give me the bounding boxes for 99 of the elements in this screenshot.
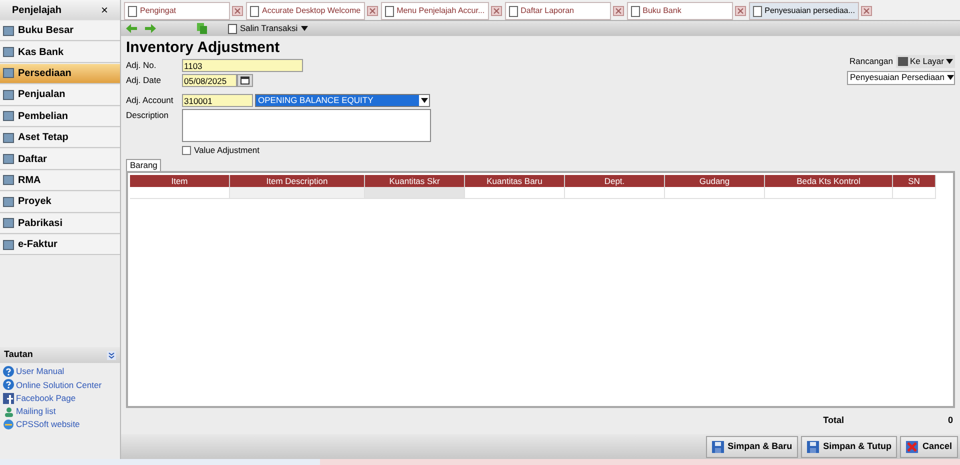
table-cell[interactable] bbox=[230, 186, 365, 199]
tab[interactable]: Pengingat bbox=[124, 2, 230, 20]
column-header[interactable]: Kuantitas Baru bbox=[465, 174, 565, 187]
column-header[interactable]: Gudang bbox=[665, 174, 765, 187]
sidebar-link[interactable]: Mailing list bbox=[3, 404, 117, 418]
module-icon bbox=[3, 154, 14, 164]
tab[interactable]: Penyesuaian persediaa... bbox=[748, 2, 859, 20]
module-icon bbox=[3, 196, 14, 207]
adj-no-field[interactable]: 1103 bbox=[182, 59, 303, 72]
sidebar-link[interactable]: Online Solution Center bbox=[3, 378, 117, 392]
document-icon bbox=[752, 6, 762, 16]
module-icon bbox=[3, 132, 14, 143]
caret-icon bbox=[300, 26, 308, 31]
close-icon[interactable] bbox=[860, 6, 872, 16]
description-field[interactable] bbox=[182, 109, 431, 142]
links-title: Tautan bbox=[4, 348, 33, 362]
help-icon bbox=[3, 366, 14, 378]
module-icon bbox=[3, 111, 14, 122]
table-cell[interactable] bbox=[565, 186, 665, 199]
person-icon bbox=[3, 406, 14, 418]
close-icon[interactable] bbox=[366, 6, 378, 16]
sidebar-item[interactable]: RMA bbox=[0, 170, 120, 192]
table-cell[interactable] bbox=[665, 186, 765, 199]
document-icon bbox=[384, 6, 394, 16]
field-label: Adj. Account bbox=[126, 94, 174, 107]
dropdown-arrow-icon bbox=[946, 75, 954, 80]
table-cell[interactable] bbox=[365, 186, 465, 199]
sidebar-title: Penjelajah bbox=[12, 4, 62, 18]
column-header[interactable]: Dept. bbox=[565, 174, 665, 187]
copy-icon[interactable] bbox=[197, 23, 208, 34]
table-cell[interactable] bbox=[765, 186, 893, 199]
document-icon bbox=[128, 6, 137, 16]
close-icon[interactable] bbox=[490, 6, 502, 16]
form-title: Inventory Adjustment bbox=[126, 39, 281, 57]
sidebar-item[interactable]: Persediaan bbox=[0, 64, 120, 84]
sidebar-item[interactable]: Penjualan bbox=[0, 85, 120, 106]
document-icon bbox=[630, 6, 640, 16]
close-button[interactable]: × bbox=[100, 4, 108, 16]
module-icon bbox=[3, 175, 14, 186]
tab[interactable]: Menu Penjelajah Accur... bbox=[380, 2, 489, 20]
printer-icon bbox=[898, 56, 908, 66]
design-dropdown[interactable]: Penyesuaian Persediaan bbox=[847, 70, 955, 85]
tab[interactable]: Buku Bank bbox=[626, 2, 733, 20]
close-icon[interactable] bbox=[734, 6, 746, 16]
dropdown-arrow-icon bbox=[420, 98, 428, 103]
sidebar-link[interactable]: Facebook Page bbox=[3, 392, 117, 405]
sidebar-item[interactable]: Aset Tetap bbox=[0, 128, 120, 148]
sidebar-item[interactable]: Pembelian bbox=[0, 106, 120, 127]
tab[interactable]: Daftar Laporan bbox=[504, 2, 611, 20]
help-icon bbox=[3, 379, 14, 390]
design-label: Rancangan bbox=[849, 55, 893, 68]
document-icon bbox=[508, 6, 518, 16]
sidebar-item[interactable]: Buku Besar bbox=[0, 21, 120, 42]
action-button[interactable]: Simpan & Baru bbox=[706, 436, 798, 458]
module-icon bbox=[3, 68, 14, 78]
close-icon[interactable] bbox=[612, 6, 624, 16]
table-cell[interactable] bbox=[130, 186, 230, 199]
cancel-icon bbox=[906, 440, 918, 452]
field-label: Adj. Date bbox=[126, 74, 162, 87]
total-value: 0 bbox=[948, 414, 953, 428]
module-icon bbox=[3, 26, 14, 36]
column-header[interactable]: Item Description bbox=[230, 174, 365, 187]
sidebar-link[interactable]: CPSSoft website bbox=[3, 418, 117, 432]
table-cell[interactable] bbox=[893, 186, 936, 199]
sidebar-link[interactable]: User Manual bbox=[3, 365, 117, 378]
tab[interactable]: Accurate Desktop Welcome bbox=[246, 2, 365, 20]
facebook-icon bbox=[3, 392, 14, 404]
account-name-dropdown[interactable]: OPENING BALANCE EQUITY bbox=[255, 94, 430, 107]
module-icon bbox=[3, 218, 14, 228]
copy-transaction-button[interactable]: Salin Transaksi bbox=[228, 22, 308, 35]
column-header[interactable]: Item bbox=[130, 174, 230, 187]
column-header[interactable]: Kuantitas Skr bbox=[365, 174, 465, 187]
action-button[interactable]: Simpan & Tutup bbox=[801, 436, 898, 458]
close-icon[interactable] bbox=[232, 6, 243, 16]
module-icon bbox=[3, 90, 14, 100]
column-header[interactable]: Beda Kts Kontrol bbox=[765, 174, 893, 187]
document-icon bbox=[228, 24, 237, 34]
adj-account-field[interactable]: 310001 bbox=[182, 94, 253, 107]
module-icon bbox=[3, 240, 14, 250]
calendar-icon[interactable] bbox=[237, 74, 253, 87]
adj-date-field[interactable]: 05/08/2025 bbox=[182, 74, 237, 87]
value-adjustment-checkbox[interactable]: Value Adjustment bbox=[182, 144, 431, 157]
print-target-button[interactable]: Ke Layar bbox=[896, 55, 955, 68]
sidebar-item[interactable]: Proyek bbox=[0, 192, 120, 213]
collapse-icon[interactable] bbox=[107, 350, 116, 360]
document-icon bbox=[250, 6, 259, 16]
field-label: Adj. No. bbox=[126, 59, 158, 72]
sidebar-item[interactable]: e-Faktur bbox=[0, 234, 120, 256]
total-label: Total bbox=[823, 414, 844, 428]
sidebar-item[interactable]: Daftar bbox=[0, 149, 120, 170]
caret-icon bbox=[946, 58, 953, 64]
field-label: Description bbox=[126, 109, 170, 122]
column-header[interactable]: SN bbox=[893, 174, 936, 187]
action-button[interactable]: Cancel bbox=[900, 436, 958, 458]
sidebar-item[interactable]: Pabrikasi bbox=[0, 214, 120, 234]
sidebar-item[interactable]: Kas Bank bbox=[0, 42, 120, 63]
module-icon bbox=[3, 47, 14, 58]
grid-tab[interactable]: Barang bbox=[126, 158, 162, 171]
table-cell[interactable] bbox=[465, 186, 565, 199]
